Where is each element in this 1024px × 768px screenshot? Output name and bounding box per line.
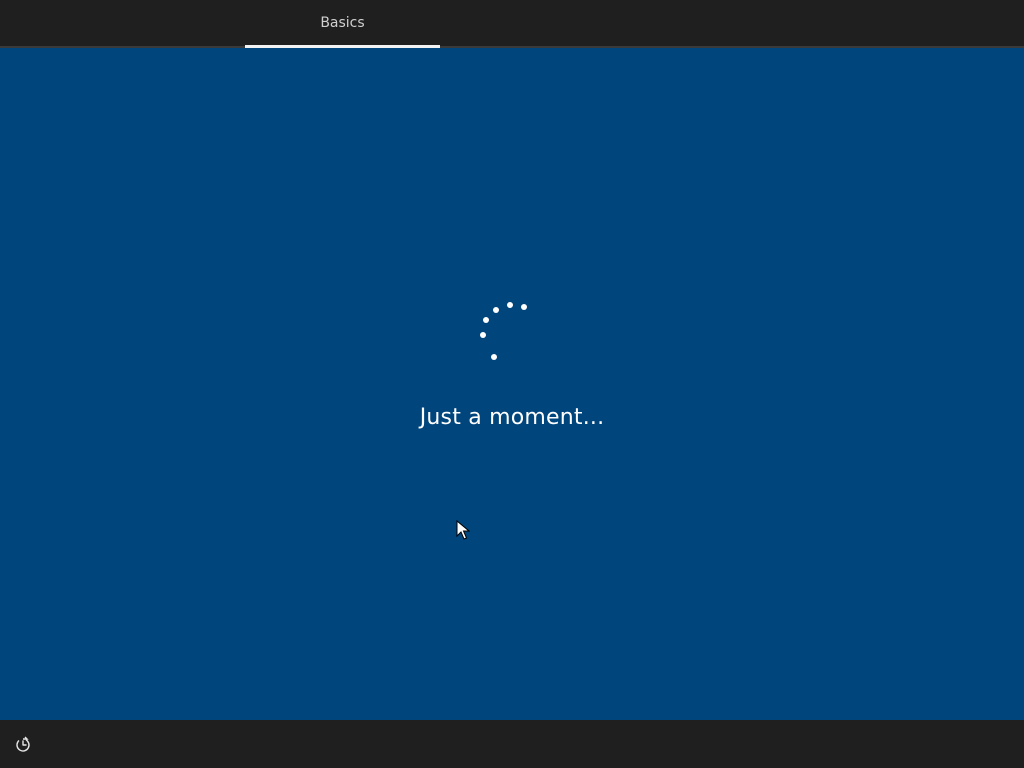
loading-spinner-icon [474,294,538,360]
spinner-dot [483,317,489,323]
status-message: Just a moment... [419,405,605,430]
ease-of-access-icon [16,736,30,752]
spinner-dot [480,332,486,338]
mouse-cursor-icon [456,520,470,540]
tab-basics-label: Basics [320,15,365,31]
spinner-dot [507,302,513,308]
top-bar: Basics [0,0,1024,48]
main-panel: Just a moment... [0,48,1024,720]
spinner-dot [521,304,527,310]
spinner-dot [493,307,499,313]
ease-of-access-button[interactable] [12,734,34,756]
tab-basics[interactable]: Basics [245,0,440,46]
bottom-bar [0,720,1024,768]
spinner-dot [491,354,497,360]
